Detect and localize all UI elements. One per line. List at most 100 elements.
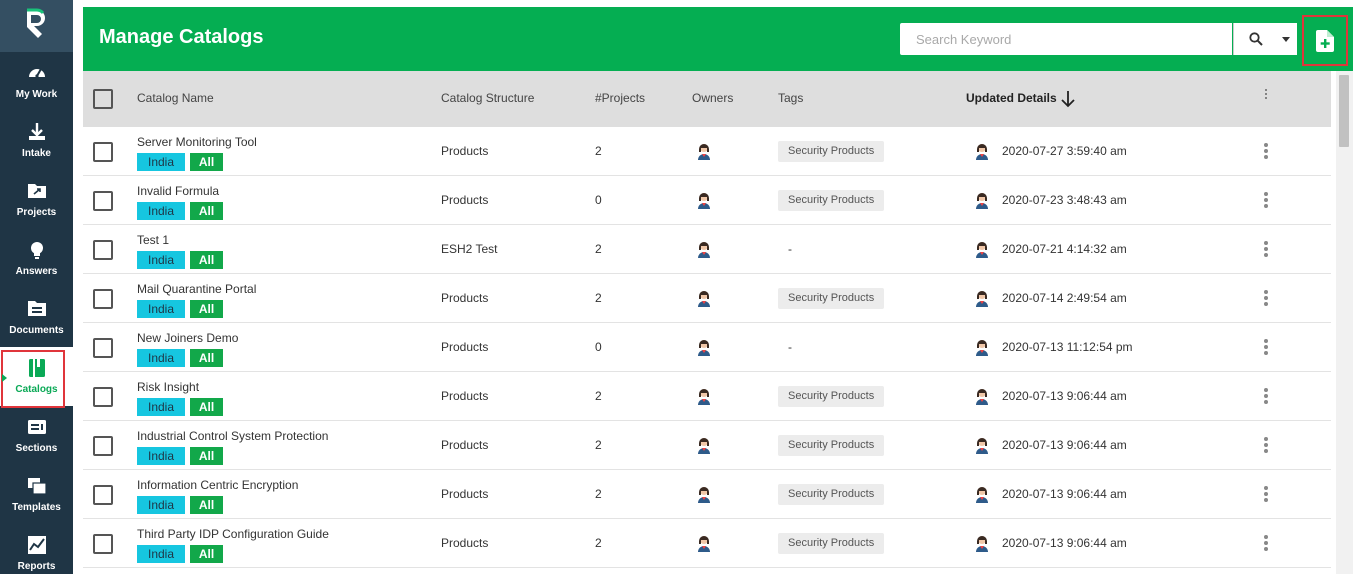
scope-badge: All <box>190 153 223 171</box>
scrollbar-thumb[interactable] <box>1339 75 1349 147</box>
search-dropdown-button[interactable] <box>1233 23 1297 55</box>
region-badge: India <box>137 300 185 318</box>
owner-avatar[interactable] <box>696 338 712 356</box>
row-checkbox[interactable] <box>93 387 113 407</box>
sidebar-item-sections[interactable]: Sections <box>0 406 73 465</box>
owner-avatar[interactable] <box>696 534 712 552</box>
scope-badge: All <box>190 300 223 318</box>
scope-badge: All <box>190 202 223 220</box>
row-options-menu-icon[interactable] <box>1263 437 1269 455</box>
catalog-name[interactable]: Industrial Control System Protection <box>137 429 328 443</box>
row-options-menu-icon[interactable] <box>1263 290 1269 308</box>
table-row[interactable]: Server Monitoring Tool India All Products 2 S… <box>83 127 1331 176</box>
catalog-name[interactable]: Server Monitoring Tool <box>137 135 257 149</box>
logo-icon <box>26 8 45 38</box>
updater-avatar[interactable] <box>974 387 990 405</box>
row-options-menu-icon[interactable] <box>1263 535 1269 553</box>
catalog-name[interactable]: Information Centric Encryption <box>137 478 298 492</box>
sidebar-item-documents[interactable]: Documents <box>0 288 73 347</box>
catalog-name[interactable]: Invalid Formula <box>137 184 219 198</box>
owner-avatar[interactable] <box>696 387 712 405</box>
table-row[interactable]: Information Centric Encryption India All Pr… <box>83 470 1331 519</box>
chevron-down-icon <box>1282 37 1290 42</box>
column-header-name[interactable]: Catalog Name <box>137 91 214 105</box>
table-row[interactable]: Third Party IDP Configuration Guide India… <box>83 519 1331 568</box>
row-options-menu-icon[interactable] <box>1263 486 1269 504</box>
owner-avatar[interactable] <box>696 436 712 454</box>
updater-avatar[interactable] <box>974 436 990 454</box>
sidebar-item-my-work[interactable]: My Work <box>0 52 73 111</box>
updater-avatar[interactable] <box>974 142 990 160</box>
sidebar-item-catalogs[interactable]: Catalogs <box>0 347 73 406</box>
column-header-owners[interactable]: Owners <box>692 91 733 105</box>
row-options-menu-icon[interactable] <box>1263 192 1269 210</box>
updater-avatar[interactable] <box>974 485 990 503</box>
row-options-menu-icon[interactable] <box>1263 339 1269 357</box>
owner-avatar[interactable] <box>696 142 712 160</box>
row-checkbox[interactable] <box>93 338 113 358</box>
owner-avatar[interactable] <box>696 191 712 209</box>
updater-avatar[interactable] <box>974 289 990 307</box>
catalog-structure: Products <box>441 536 489 550</box>
sidebar-item-intake[interactable]: Intake <box>0 111 73 170</box>
updated-timestamp: 2020-07-23 3:48:43 am <box>1002 193 1127 207</box>
region-badge: India <box>137 496 185 514</box>
lightbulb-icon <box>27 240 47 260</box>
tag-badge: Security Products <box>778 435 885 456</box>
sidebar-item-label: My Work <box>15 89 58 100</box>
table-row[interactable]: Test 1 India All ESH2 Test 2 - 2020-07-21 4:14… <box>83 225 1331 274</box>
column-header-structure[interactable]: Catalog Structure <box>441 91 534 105</box>
row-checkbox[interactable] <box>93 191 113 211</box>
catalog-structure: Products <box>441 438 489 452</box>
tag-badge: Security Products <box>778 190 885 211</box>
tag-empty: - <box>788 340 792 354</box>
catalog-name[interactable]: Risk Insight <box>137 380 199 394</box>
owner-avatar[interactable] <box>696 240 712 258</box>
sidebar-item-answers[interactable]: Answers <box>0 229 73 288</box>
updater-avatar[interactable] <box>974 191 990 209</box>
catalog-name[interactable]: Test 1 <box>137 233 169 247</box>
search-icon <box>1249 32 1263 46</box>
row-options-menu-icon[interactable] <box>1263 143 1269 161</box>
updated-timestamp: 2020-07-27 3:59:40 am <box>1002 144 1127 158</box>
app-root: My Work Intake Projects Answers Documents Cat… <box>0 0 1360 574</box>
row-checkbox[interactable] <box>93 485 113 505</box>
owner-avatar[interactable] <box>696 289 712 307</box>
vertical-scrollbar[interactable] <box>1336 71 1353 574</box>
column-header-tags[interactable]: Tags <box>778 91 803 105</box>
documents-icon <box>27 299 47 319</box>
project-count: 2 <box>595 144 602 158</box>
add-catalog-button[interactable] <box>1302 15 1348 66</box>
sidebar-item-reports[interactable]: Reports <box>0 524 73 574</box>
region-badge: India <box>137 349 185 367</box>
sort-arrow-down-icon[interactable] <box>1061 90 1075 108</box>
app-logo[interactable] <box>0 0 73 52</box>
sidebar-item-templates[interactable]: Templates <box>0 465 73 524</box>
table-row[interactable]: New Joiners Demo India All Products 0 - 2020-0… <box>83 323 1331 372</box>
column-options-menu-icon[interactable] <box>1263 89 1269 107</box>
updater-avatar[interactable] <box>974 338 990 356</box>
column-header-updated[interactable]: Updated Details <box>966 91 1057 105</box>
row-options-menu-icon[interactable] <box>1263 241 1269 259</box>
row-checkbox[interactable] <box>93 142 113 162</box>
table-row[interactable]: Invalid Formula India All Products 0 Security… <box>83 176 1331 225</box>
row-checkbox[interactable] <box>93 240 113 260</box>
row-options-menu-icon[interactable] <box>1263 388 1269 406</box>
row-checkbox[interactable] <box>93 534 113 554</box>
owner-avatar[interactable] <box>696 485 712 503</box>
updater-avatar[interactable] <box>974 534 990 552</box>
sidebar-item-projects[interactable]: Projects <box>0 170 73 229</box>
catalog-name[interactable]: Mail Quarantine Portal <box>137 282 256 296</box>
table-row[interactable]: Industrial Control System Protection Indi… <box>83 421 1331 470</box>
sidebar-item-label: Answers <box>15 266 58 277</box>
column-header-projects[interactable]: #Projects <box>595 91 645 105</box>
updater-avatar[interactable] <box>974 240 990 258</box>
catalog-name[interactable]: Third Party IDP Configuration Guide <box>137 527 329 541</box>
table-row[interactable]: Mail Quarantine Portal India All Products 2 S… <box>83 274 1331 323</box>
search-input[interactable] <box>900 23 1232 55</box>
row-checkbox[interactable] <box>93 289 113 309</box>
table-row[interactable]: Risk Insight India All Products 2 Security Pr… <box>83 372 1331 421</box>
row-checkbox[interactable] <box>93 436 113 456</box>
select-all-checkbox[interactable] <box>93 89 113 109</box>
catalog-name[interactable]: New Joiners Demo <box>137 331 238 345</box>
